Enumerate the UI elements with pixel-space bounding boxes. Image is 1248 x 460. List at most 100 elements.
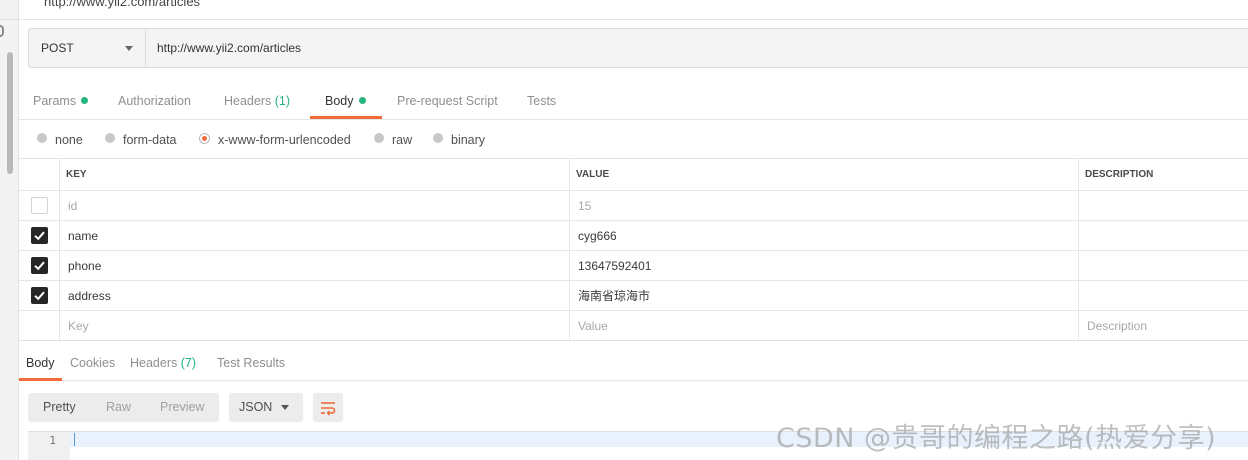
new-description-input[interactable]: Description (1078, 311, 1248, 340)
params-table: KEY VALUE DESCRIPTION id 15 name cyg666 (19, 158, 1248, 341)
response-tab-test-results[interactable]: Test Results (217, 346, 285, 380)
format-select[interactable]: JSON (229, 393, 303, 422)
chevron-down-icon (125, 46, 133, 51)
radio-icon (37, 133, 47, 143)
column-header-value: VALUE (569, 159, 1078, 190)
tab-params[interactable]: Params (33, 84, 89, 119)
tab-pre-request-script[interactable]: Pre-request Script (397, 84, 498, 119)
table-row: phone 13647592401 (19, 251, 1248, 281)
tab-body-label: Body (325, 94, 354, 108)
status-dot-icon (81, 97, 89, 105)
row-checkbox[interactable] (30, 197, 48, 214)
response-tabs: Body Cookies Headers (7) Test Results (19, 346, 1248, 381)
response-tab-headers-count: (7) (180, 356, 197, 370)
response-tab-cookies[interactable]: Cookies (70, 346, 115, 380)
radio-urlencoded-label: x-www-form-urlencoded (218, 133, 351, 147)
radio-binary-label: binary (451, 133, 486, 147)
tab-authorization-label: Authorization (118, 94, 191, 108)
radio-raw-label: raw (392, 133, 413, 147)
checkmark-icon (33, 291, 45, 301)
checkmark-icon (33, 261, 45, 271)
new-key-input[interactable]: Key (59, 311, 569, 340)
wrap-lines-button[interactable] (313, 393, 343, 422)
preview-button[interactable]: Preview (160, 393, 204, 422)
row-key[interactable]: id (59, 191, 569, 220)
tab-body[interactable]: Body (325, 84, 366, 119)
response-tab-headers[interactable]: Headers (7) (130, 346, 196, 380)
tab-authorization[interactable]: Authorization (118, 84, 191, 119)
postman-window: http://www.yii2.com/articles POST http:/… (0, 0, 1248, 460)
url-input[interactable]: http://www.yii2.com/articles (146, 29, 1248, 67)
pretty-button[interactable]: Pretty (43, 393, 76, 422)
response-tab-headers-label: Headers (130, 356, 178, 370)
table-row: name cyg666 (19, 221, 1248, 251)
radio-form-data-label: form-data (123, 133, 177, 147)
request-name[interactable]: http://www.yii2.com/articles (44, 0, 200, 10)
table-row: id 15 (19, 191, 1248, 221)
row-description[interactable] (1078, 281, 1248, 310)
row-checkbox-cell (19, 311, 59, 340)
row-key[interactable]: phone (59, 251, 569, 280)
left-gutter (0, 0, 19, 460)
status-dot-icon (358, 97, 366, 105)
line-number-gutter: 1 (28, 432, 70, 460)
row-checkbox[interactable] (30, 227, 48, 244)
table-row-new: Key Value Description (19, 311, 1248, 341)
response-tab-cookies-label: Cookies (70, 356, 116, 370)
row-key[interactable]: address (59, 281, 569, 310)
row-key[interactable]: name (59, 221, 569, 250)
response-divider (19, 340, 1248, 341)
tab-headers[interactable]: Headers (1) (224, 84, 290, 119)
row-value[interactable]: 13647592401 (569, 251, 1078, 280)
new-value-input[interactable]: Value (569, 311, 1078, 340)
column-header-key: KEY (59, 159, 569, 190)
row-description[interactable] (1078, 221, 1248, 250)
checkmark-icon (33, 231, 45, 241)
response-tab-body-label: Body (26, 356, 55, 370)
method-select[interactable]: POST (29, 29, 146, 67)
watermark: CSDN @贵哥的编程之路(热爱分享) (776, 423, 1217, 454)
active-response-tab-indicator (19, 378, 62, 381)
radio-raw[interactable]: raw (374, 130, 412, 150)
radio-icon (374, 133, 384, 143)
radio-form-data[interactable]: form-data (105, 130, 177, 150)
text-cursor (74, 433, 75, 446)
response-tab-test-results-label: Test Results (217, 356, 286, 370)
tab-headers-count: (1) (274, 94, 291, 108)
row-value[interactable]: cyg666 (569, 221, 1078, 250)
sidebar-scrollbar[interactable] (7, 52, 13, 174)
table-header-row: KEY VALUE DESCRIPTION (19, 159, 1248, 191)
format-label: JSON (239, 400, 273, 414)
collapse-icon[interactable] (0, 25, 4, 37)
row-description[interactable] (1078, 251, 1248, 280)
row-value[interactable]: 海南省琼海市 (569, 281, 1078, 310)
row-checkbox-cell (19, 191, 59, 220)
radio-icon (105, 133, 115, 143)
wrap-lines-icon (321, 401, 336, 415)
radio-binary[interactable]: binary (433, 130, 485, 150)
gutter-divider (0, 19, 19, 20)
raw-button[interactable]: Raw (106, 393, 131, 422)
radio-urlencoded[interactable]: x-www-form-urlencoded (199, 130, 351, 150)
url-bar: POST http://www.yii2.com/articles (28, 28, 1248, 68)
tab-headers-label: Headers (224, 94, 272, 108)
tab-pre-request-label: Pre-request Script (397, 94, 498, 108)
row-checkbox[interactable] (30, 287, 48, 304)
row-value[interactable]: 15 (569, 191, 1078, 220)
tab-tests[interactable]: Tests (527, 84, 556, 119)
row-checkbox-cell (19, 251, 59, 280)
row-checkbox-cell (19, 281, 59, 310)
method-label: POST (41, 41, 74, 55)
chevron-down-icon (281, 405, 289, 410)
line-number: 1 (49, 434, 56, 447)
radio-none[interactable]: none (37, 130, 83, 150)
top-divider (19, 19, 1248, 20)
radio-icon (433, 133, 443, 143)
view-mode-toggle: Pretty Raw Preview (28, 393, 219, 422)
row-description[interactable] (1078, 191, 1248, 220)
request-tabs: Params Authorization Headers (1) Body Pr… (19, 84, 1248, 120)
column-header-description: DESCRIPTION (1078, 159, 1248, 190)
row-checkbox[interactable] (30, 257, 48, 274)
tab-tests-label: Tests (527, 94, 557, 108)
response-tab-body[interactable]: Body (26, 346, 55, 380)
